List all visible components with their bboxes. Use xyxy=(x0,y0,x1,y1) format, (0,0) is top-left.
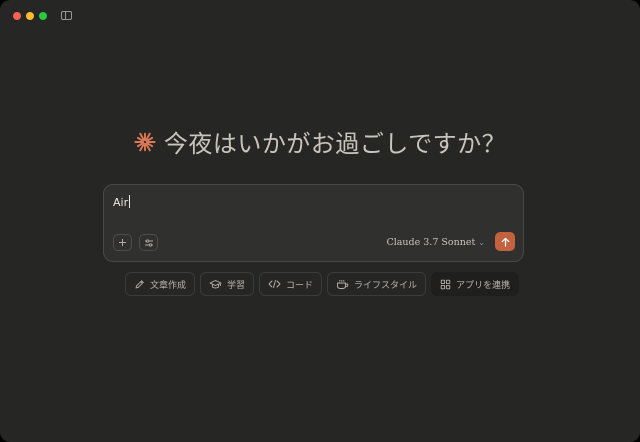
maximize-window-button[interactable] xyxy=(39,12,47,20)
text-caret xyxy=(129,195,131,208)
model-selector[interactable]: Claude 3.7 Sonnet ⌄ xyxy=(386,237,485,248)
chip-label: 文章作成 xyxy=(150,280,187,291)
add-attachment-button[interactable] xyxy=(113,234,132,251)
chip-label: コード xyxy=(286,280,314,291)
chip-label: アプリを連携 xyxy=(456,280,511,291)
app-window: 今夜はいかがお過ごしですか？ Air Claude 3.7 Sonnet ⌄ 文… xyxy=(0,0,640,442)
minimize-window-button[interactable] xyxy=(26,12,34,20)
chip-code[interactable]: コード xyxy=(259,272,323,296)
message-input[interactable]: Air xyxy=(113,195,131,209)
model-label: Claude 3.7 Sonnet xyxy=(386,237,476,248)
message-input-value: Air xyxy=(113,196,129,209)
greeting-text: 今夜はいかがお過ごしですか？ xyxy=(163,130,507,158)
claude-logo-icon xyxy=(134,132,156,151)
sidebar-toggle-icon[interactable] xyxy=(61,11,72,20)
coffee-cup-icon xyxy=(337,279,349,289)
suggestion-chips: 文章作成 学習 コード ライフスタイル アプリを連携 xyxy=(125,272,520,296)
chip-connect-apps[interactable]: アプリを連携 xyxy=(431,272,520,296)
code-icon xyxy=(268,280,281,288)
chip-label: 学習 xyxy=(227,280,246,291)
pencil-icon xyxy=(135,279,144,288)
close-window-button[interactable] xyxy=(13,12,21,20)
send-button[interactable] xyxy=(495,232,515,251)
title-bar xyxy=(0,0,640,32)
greeting: 今夜はいかがお過ごしですか？ xyxy=(0,124,640,159)
arrow-up-icon xyxy=(501,237,509,247)
graduation-cap-icon xyxy=(209,279,222,288)
chevron-down-icon: ⌄ xyxy=(478,238,485,247)
chip-learning[interactable]: 学習 xyxy=(200,272,255,296)
chip-label: ライフスタイル xyxy=(354,280,418,291)
sliders-icon xyxy=(144,238,153,247)
tools-button[interactable] xyxy=(139,234,158,251)
chip-writing[interactable]: 文章作成 xyxy=(125,272,196,296)
plus-icon xyxy=(119,239,126,246)
apps-grid-icon xyxy=(440,279,451,289)
chip-lifestyle[interactable]: ライフスタイル xyxy=(327,272,427,296)
chat-composer: Air Claude 3.7 Sonnet ⌄ xyxy=(103,184,524,262)
